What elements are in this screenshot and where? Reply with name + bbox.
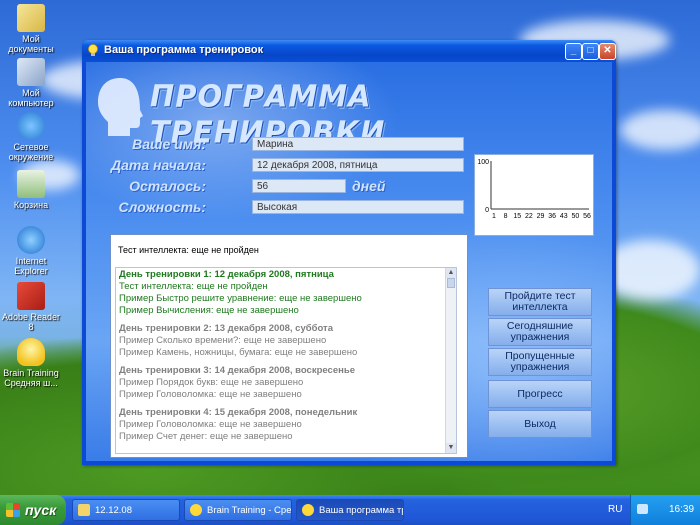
desktop-icon-network[interactable]: Сетевое окружение xyxy=(0,112,62,162)
desktop-icon-recycle-bin[interactable]: Корзина xyxy=(0,170,62,210)
folder-icon xyxy=(17,4,45,32)
difficulty-label: Сложность: xyxy=(118,199,206,215)
language-indicator[interactable]: RU xyxy=(608,504,622,515)
log-day-heading: День тренировки 3: 14 декабря 2008, воск… xyxy=(119,365,355,376)
desktop-icon-my-computer[interactable]: Мой компьютер xyxy=(0,58,62,108)
taskbar-item-label: Brain Training - Сред... xyxy=(207,504,292,516)
lightbulb-icon xyxy=(17,338,45,366)
chart-x-tick-label: 56 xyxy=(583,213,591,220)
progress-button[interactable]: Прогресс xyxy=(488,380,592,408)
lightbulb-icon xyxy=(302,504,314,516)
log-day-heading: День тренировки 4: 15 декабря 2008, поне… xyxy=(119,407,358,418)
scroll-thumb[interactable] xyxy=(447,278,455,288)
remaining-field[interactable]: 56 xyxy=(252,179,346,193)
computer-icon xyxy=(17,58,45,86)
start-label: пуск xyxy=(25,502,57,518)
window-client-area: ПРОГРАММА ТРЕНИРОВКИ Ваше имя: Марина Да… xyxy=(86,62,612,461)
desktop-icon-internet-explorer[interactable]: Internet Explorer xyxy=(0,226,62,276)
minimize-button[interactable]: _ xyxy=(565,43,582,60)
log-scrollbar[interactable]: ▲ ▼ xyxy=(445,268,456,453)
title-bar[interactable]: Ваша программа тренировок _ □ ✕ xyxy=(82,40,616,62)
desktop-icon-label: Сетевое окружение xyxy=(8,142,54,162)
window-title: Ваша программа тренировок xyxy=(104,44,264,56)
log-item: Тест интеллекта: еще не пройден xyxy=(119,281,268,292)
taskbar-item-brain-training[interactable]: Brain Training - Сред... xyxy=(184,499,292,521)
take-test-button[interactable]: Пройдите тест интеллекта xyxy=(488,288,592,316)
log-item: Пример Порядок букв: еще не завершено xyxy=(119,377,304,388)
chart-x-tick-label: 15 xyxy=(513,213,521,220)
chart-x-tick-label: 8 xyxy=(504,213,508,220)
network-icon xyxy=(17,112,45,140)
chart-x-tick-label: 50 xyxy=(571,213,579,220)
desktop-icon-label: Корзина xyxy=(13,200,49,210)
folder-icon xyxy=(78,504,90,516)
internet-explorer-icon xyxy=(17,226,45,254)
desktop-icon-label: Internet Explorer xyxy=(14,256,48,276)
close-button[interactable]: ✕ xyxy=(599,43,616,60)
scroll-up-icon[interactable]: ▲ xyxy=(446,268,456,278)
desktop-icon-my-documents[interactable]: Мой документы xyxy=(0,4,62,54)
program-window: Ваша программа тренировок _ □ ✕ ПРОГРАММ… xyxy=(82,40,616,465)
remaining-unit: дней xyxy=(352,178,386,194)
log-item: Пример Счет денег: еще не завершено xyxy=(119,431,293,442)
training-log-panel: Тест интеллекта: еще не пройден День тре… xyxy=(110,234,468,458)
missed-exercises-button[interactable]: Пропущенные упражнения xyxy=(488,348,592,376)
exit-button[interactable]: Выход xyxy=(488,410,592,438)
log-item: Пример Быстро решите уравнение: еще не з… xyxy=(119,293,362,304)
system-tray: 16:39 xyxy=(630,495,700,525)
log-item: Пример Камень, ножницы, бумага: еще не з… xyxy=(119,347,358,358)
intelligence-test-status: Тест интеллекта: еще не пройден xyxy=(118,245,259,255)
chart-x-tick-label: 29 xyxy=(537,213,545,220)
head-silhouette-icon xyxy=(98,78,143,136)
desktop-icon-brain-training[interactable]: Brain Training Средняя ш... xyxy=(0,338,62,388)
log-item: Пример Головоломка: еще не завершено xyxy=(119,389,302,400)
progress-chart: 100 0 1 8 15 22 29 36 43 50 56 xyxy=(474,154,594,236)
taskbar: пуск 12.12.08 Brain Training - Сред... В… xyxy=(0,495,700,525)
start-date-label: Дата начала: xyxy=(110,157,206,173)
desktop-icon-label: Мой документы xyxy=(8,34,54,54)
desktop-icon-label: Brain Training Средняя ш... xyxy=(3,368,59,388)
training-log-list[interactable]: День тренировки 1: 12 декабря 2008, пятн… xyxy=(115,267,457,454)
taskbar-item-folder[interactable]: 12.12.08 xyxy=(72,499,180,521)
log-day-heading: День тренировки 1: 12 декабря 2008, пятн… xyxy=(119,269,334,280)
remaining-label: Осталось: xyxy=(129,178,206,194)
chart-y-tick-label: 0 xyxy=(485,207,489,214)
maximize-button[interactable]: □ xyxy=(582,43,599,60)
difficulty-field[interactable]: Высокая xyxy=(252,200,464,214)
desktop-icon-label: Adobe Reader 8 xyxy=(1,312,61,332)
log-item: Пример Вычисления: еще не завершено xyxy=(119,305,299,316)
taskbar-item-program[interactable]: Ваша программа тре... xyxy=(296,499,404,521)
desktop-icon-adobe-reader[interactable]: Adobe Reader 8 xyxy=(0,282,62,332)
speaker-icon[interactable] xyxy=(637,504,648,514)
taskbar-item-label: 12.12.08 xyxy=(95,504,132,516)
clock: 16:39 xyxy=(669,504,695,515)
taskbar-item-label: Ваша программа тре... xyxy=(319,504,403,516)
log-item: Пример Головоломка: еще не завершено xyxy=(119,419,302,430)
recycle-bin-icon xyxy=(17,170,45,198)
chart-x-tick-label: 1 xyxy=(492,213,496,220)
chart-x-tick-label: 22 xyxy=(525,213,533,220)
start-date-field[interactable]: 12 декабря 2008, пятница xyxy=(252,158,464,172)
start-button[interactable]: пуск xyxy=(0,495,66,525)
today-exercises-button[interactable]: Сегодняшние упражнения xyxy=(488,318,592,346)
desktop-icon-label: Мой компьютер xyxy=(8,88,54,108)
scroll-down-icon[interactable]: ▼ xyxy=(446,443,456,453)
windows-logo-icon xyxy=(6,503,20,517)
lightbulb-icon xyxy=(88,44,98,56)
name-field[interactable]: Марина xyxy=(252,137,464,151)
log-item: Пример Сколько времени?: еще не завершен… xyxy=(119,335,327,346)
adobe-reader-icon xyxy=(17,282,45,310)
progress-chart-svg: 10001 8 15 22 29 36 43 50 56 xyxy=(477,159,591,220)
name-label: Ваше имя: xyxy=(132,136,206,152)
training-log-content: День тренировки 1: 12 декабря 2008, пятн… xyxy=(119,269,445,443)
log-day-heading: День тренировки 2: 13 декабря 2008, субб… xyxy=(119,323,333,334)
lightbulb-icon xyxy=(190,504,202,516)
chart-x-tick-label: 36 xyxy=(548,213,556,220)
chart-y-tick-label: 100 xyxy=(477,159,489,166)
chart-x-tick-label: 43 xyxy=(560,213,568,220)
